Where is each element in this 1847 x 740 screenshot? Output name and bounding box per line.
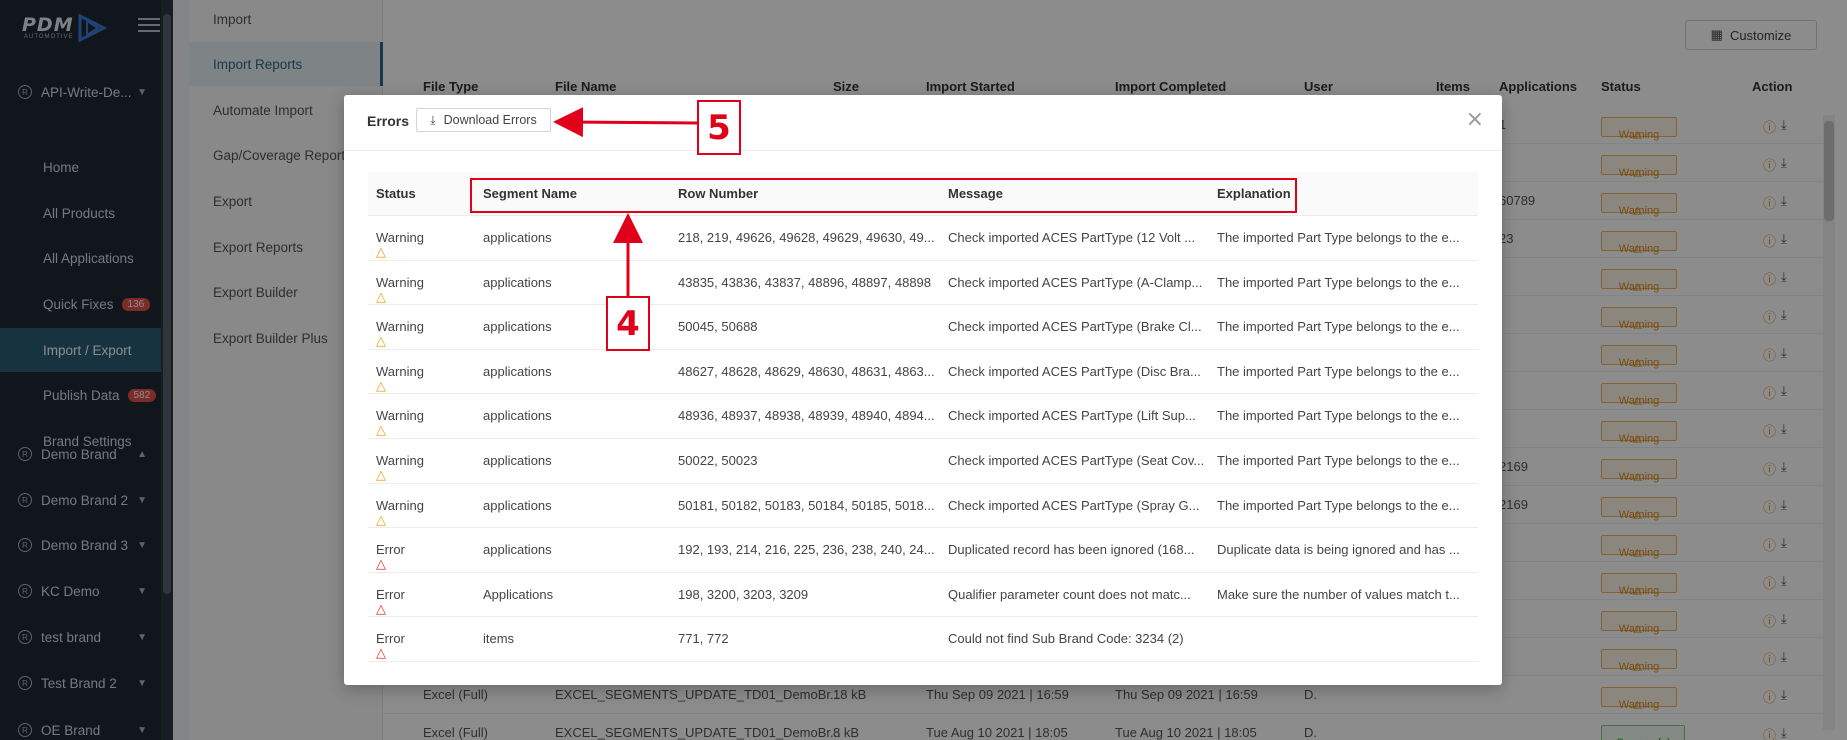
annotation-arrows <box>553 107 698 296</box>
